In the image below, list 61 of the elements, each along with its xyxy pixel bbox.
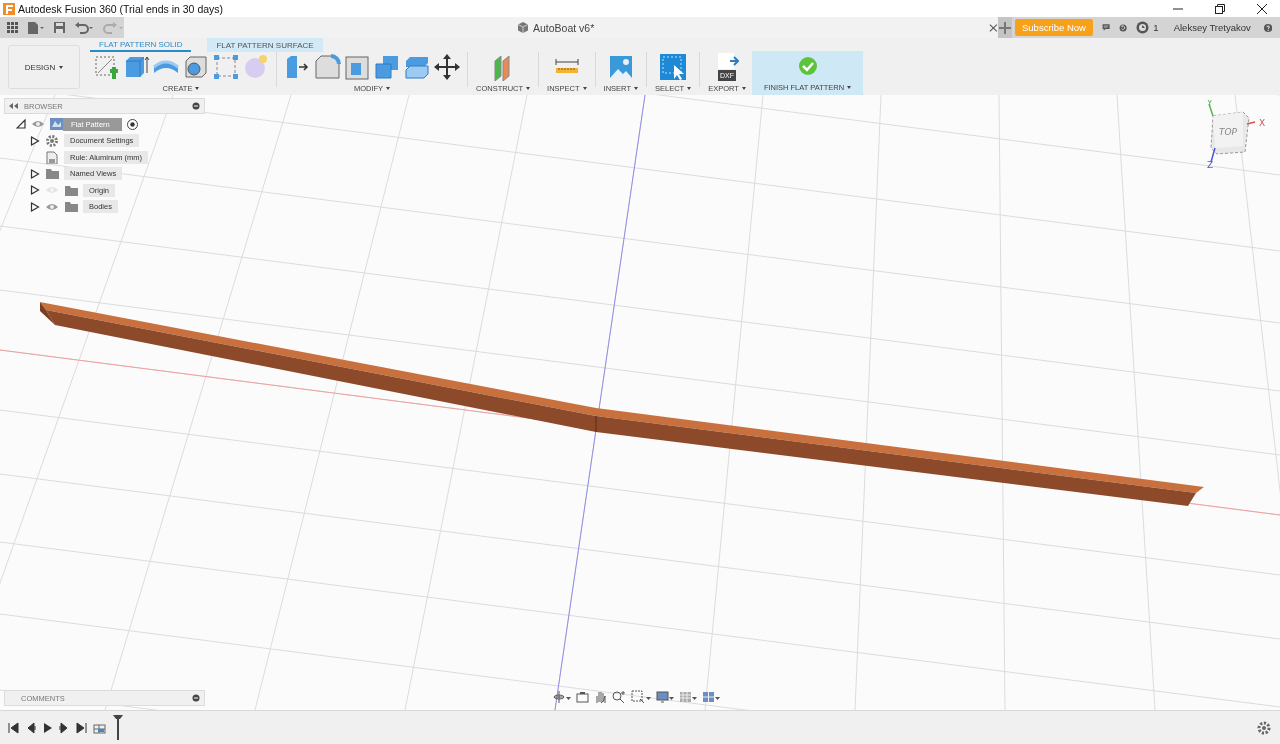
eye-icon[interactable] (45, 201, 59, 212)
orbit-icon[interactable] (553, 690, 571, 704)
step-back-icon[interactable] (25, 721, 36, 734)
play-icon[interactable] (42, 721, 53, 734)
axis-label: X (1259, 118, 1266, 128)
cube-face-label: TOP (1219, 127, 1237, 137)
restore-icon[interactable] (1214, 2, 1226, 15)
selection-icon[interactable] (659, 53, 688, 81)
zoom-window-icon[interactable] (631, 690, 651, 704)
folder-icon (64, 183, 78, 197)
collapse-icon[interactable] (9, 102, 18, 110)
workspace-dropdown[interactable]: DESIGN (8, 45, 80, 89)
job-status[interactable]: 1 (1136, 21, 1159, 34)
eye-icon[interactable] (31, 119, 45, 130)
undo-icon[interactable] (74, 20, 94, 35)
viewports-icon[interactable] (702, 690, 720, 704)
pin-icon[interactable] (192, 694, 200, 702)
active-radio-icon[interactable] (126, 118, 138, 130)
cube-hole-icon[interactable] (182, 53, 210, 81)
rectangle-points-icon[interactable] (212, 53, 240, 81)
folder-icon (64, 200, 78, 214)
sketch-icon[interactable] (92, 53, 120, 81)
save-icon[interactable] (53, 21, 66, 34)
expanded-icon[interactable] (16, 119, 26, 130)
cube-icon (517, 21, 529, 34)
rounded-corner-icon[interactable] (313, 53, 341, 81)
hand-icon[interactable] (594, 690, 607, 704)
ribbon-tab[interactable]: FLAT PATTERN SURFACE (207, 38, 323, 52)
window-title: Autodesk Fusion 360 (Trial ends in 30 days) (18, 2, 224, 15)
camera-icon[interactable] (576, 690, 589, 704)
skip-end-icon[interactable] (76, 721, 87, 734)
hollow-cube-icon[interactable] (343, 53, 371, 81)
step-forward-icon[interactable] (59, 721, 70, 734)
arrow-icon (729, 56, 739, 66)
clock-icon (1136, 21, 1150, 34)
new-tab-icon[interactable] (998, 20, 1012, 35)
rule-sheet-icon (45, 150, 59, 164)
file-menu-icon[interactable] (27, 20, 45, 35)
expander-icon[interactable] (30, 201, 40, 212)
view-cube[interactable] (1210, 111, 1250, 155)
expander-icon[interactable] (30, 168, 40, 179)
user-name[interactable]: Aleksey Tretyakov (1173, 22, 1251, 33)
gear-icon (45, 134, 59, 148)
component-icon (50, 117, 64, 131)
zoom-icon[interactable] (612, 690, 626, 704)
pin-icon[interactable] (192, 102, 200, 110)
skip-start-icon[interactable] (8, 721, 19, 734)
axis-label: Z (1207, 160, 1214, 170)
expander-icon[interactable] (30, 185, 40, 196)
document-tab[interactable]: AutoBoat v6* (517, 17, 595, 38)
display-icon[interactable] (656, 690, 674, 704)
grid-icon[interactable] (679, 690, 697, 704)
settings-icon[interactable] (1257, 720, 1271, 735)
expander-icon[interactable] (30, 135, 40, 146)
stacked-cubes-icon[interactable] (373, 53, 401, 81)
close-icon[interactable] (1256, 2, 1268, 15)
folder-icon (45, 167, 59, 181)
apps-grid-icon[interactable] (6, 21, 19, 34)
move-icon[interactable] (433, 53, 461, 81)
ribbon-tab[interactable]: FLAT PATTERN SOLID (90, 38, 192, 52)
timeline-marker-icon[interactable] (113, 715, 123, 740)
